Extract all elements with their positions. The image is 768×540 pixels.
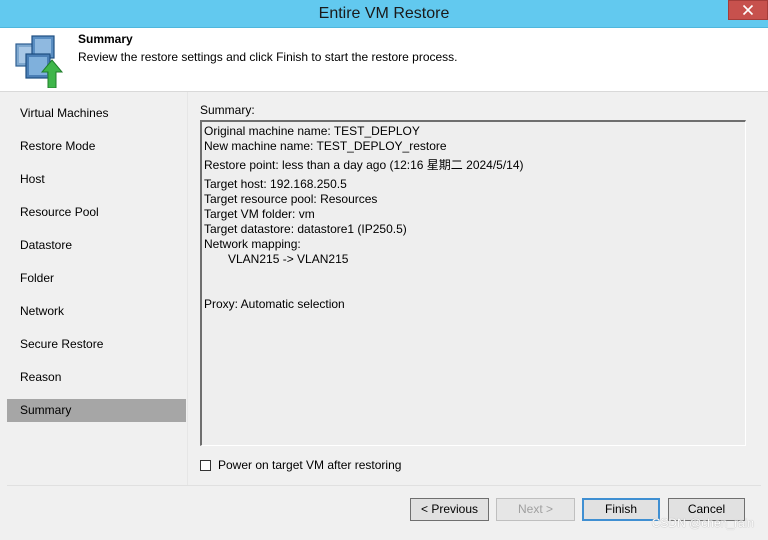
summary-label: Summary: <box>200 103 255 117</box>
summary-target-host: Target host: 192.168.250.5 <box>204 177 347 191</box>
summary-restore-point: Restore point: less than a day ago (12:1… <box>204 158 524 172</box>
wizard-step-list: Virtual Machines Restore Mode Host Resou… <box>7 97 186 487</box>
nav-item-reason[interactable]: Reason <box>7 366 186 389</box>
step-title: Summary <box>78 32 133 46</box>
entire-vm-restore-window: Entire VM Restore Summary Review the res… <box>0 0 768 540</box>
summary-network-entry: VLAN215 -> VLAN215 <box>228 252 349 266</box>
step-description: Review the restore settings and click Fi… <box>78 50 458 64</box>
window-title: Entire VM Restore <box>318 5 450 22</box>
summary-resource-pool: Target resource pool: Resources <box>204 192 378 206</box>
wizard-header: Summary Review the restore settings and … <box>0 28 768 92</box>
finish-button[interactable]: Finish <box>582 498 660 521</box>
power-on-option[interactable]: Power on target VM after restoring <box>200 457 401 473</box>
next-button[interactable]: Next > <box>496 498 575 521</box>
previous-button[interactable]: < Previous <box>410 498 489 521</box>
panel-divider <box>187 92 188 485</box>
summary-vm-folder: Target VM folder: vm <box>204 207 315 221</box>
nav-item-restore-mode[interactable]: Restore Mode <box>7 135 186 158</box>
nav-item-datastore[interactable]: Datastore <box>7 234 186 257</box>
nav-item-secure-restore[interactable]: Secure Restore <box>7 333 186 356</box>
summary-new-name: New machine name: TEST_DEPLOY_restore <box>204 139 447 153</box>
nav-item-resource-pool[interactable]: Resource Pool <box>7 201 186 224</box>
power-on-checkbox[interactable] <box>200 459 211 471</box>
summary-textbox[interactable]: Original machine name: TEST_DEPLOY New m… <box>200 120 746 446</box>
summary-datastore: Target datastore: datastore1 (IP250.5) <box>204 222 407 236</box>
summary-network-mapping: Network mapping: <box>204 237 301 251</box>
power-on-label[interactable]: Power on target VM after restoring <box>218 458 401 472</box>
nav-item-network[interactable]: Network <box>7 300 186 323</box>
watermark: CSDN @chen_rain <box>651 516 754 530</box>
close-button[interactable] <box>728 0 768 20</box>
summary-original-name: Original machine name: TEST_DEPLOY <box>204 124 420 138</box>
nav-item-summary[interactable]: Summary <box>7 399 186 422</box>
nav-item-host[interactable]: Host <box>7 168 186 191</box>
summary-proxy: Proxy: Automatic selection <box>204 297 345 311</box>
title-bar[interactable]: Entire VM Restore <box>0 0 768 28</box>
vm-restore-icon <box>15 35 64 88</box>
nav-item-virtual-machines[interactable]: Virtual Machines <box>7 102 186 125</box>
nav-item-folder[interactable]: Folder <box>7 267 186 290</box>
footer-divider <box>7 485 761 486</box>
close-icon <box>742 4 754 16</box>
